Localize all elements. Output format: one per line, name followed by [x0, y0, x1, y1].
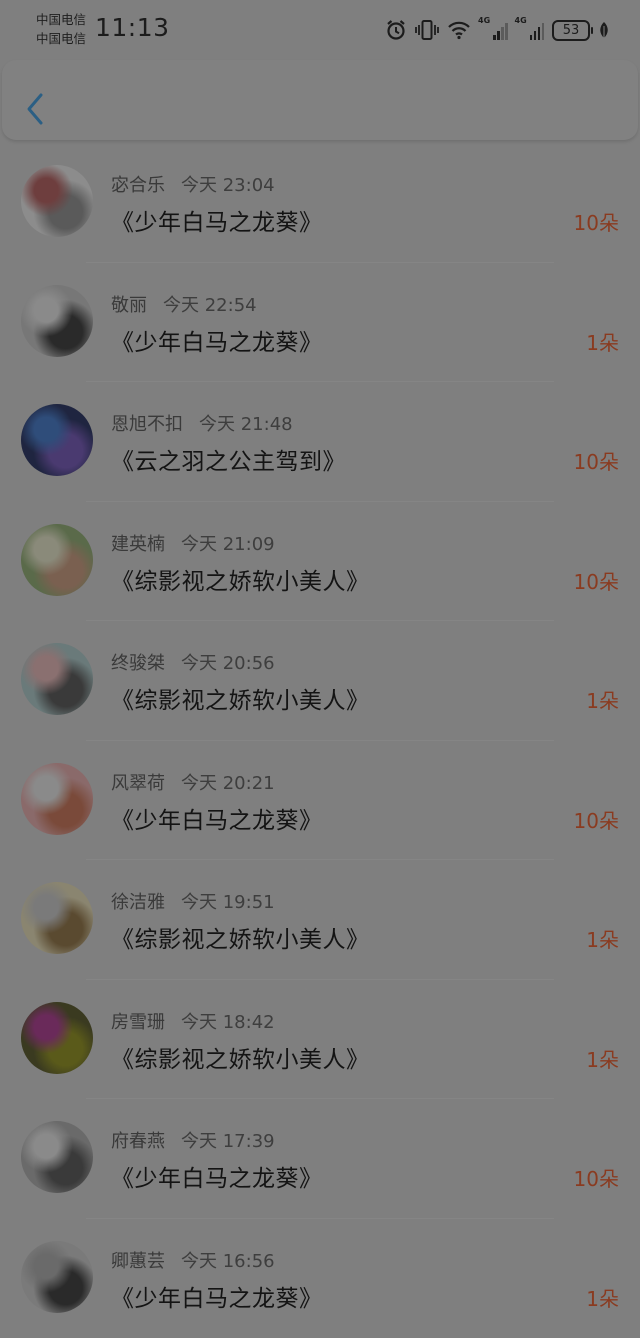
avatar[interactable] [21, 1002, 93, 1074]
gift-record-list: 宓合乐今天 23:04《少年白马之龙葵》10朵敬丽今天 22:54《少年白马之龙… [0, 143, 640, 1338]
timestamp: 今天 22:54 [163, 295, 257, 316]
list-item[interactable]: 宓合乐今天 23:04 《少年白马之龙葵》 10朵 [0, 143, 640, 263]
avatar[interactable] [21, 1241, 93, 1313]
book-title: 《少年白马之龙葵》 [111, 203, 323, 237]
timestamp: 今天 17:39 [181, 1131, 275, 1152]
sender-name: 敬丽 [111, 295, 147, 316]
carrier-1: 中国电信 [36, 10, 86, 29]
timestamp: 今天 23:04 [181, 175, 275, 196]
signal-icon: 4G [516, 20, 545, 40]
avatar[interactable] [21, 404, 93, 476]
record-meta: 府春燕今天 17:39 [111, 1127, 275, 1153]
list-item[interactable]: 敬丽今天 22:54 《少年白马之龙葵》 1朵 [0, 263, 640, 383]
status-bar: 中国电信 中国电信 11:13 4G 4G 53 [0, 0, 640, 60]
battery-level: 53 [563, 23, 580, 38]
flower-count: 1朵 [586, 924, 619, 953]
record-meta: 终骏桀今天 20:56 [111, 649, 275, 675]
flower-count: 10朵 [574, 446, 619, 475]
sender-name: 宓合乐 [111, 175, 165, 196]
avatar[interactable] [21, 882, 93, 954]
book-title: 《综影视之娇软小美人》 [111, 920, 370, 954]
sender-name: 恩旭不扣 [111, 414, 183, 435]
list-item[interactable]: 风翠荷今天 20:21 《少年白马之龙葵》 10朵 [0, 741, 640, 861]
flower-count: 10朵 [574, 1163, 619, 1192]
sender-name: 卿蕙芸 [111, 1251, 165, 1272]
timestamp: 今天 21:09 [181, 534, 275, 555]
avatar[interactable] [21, 1121, 93, 1193]
timestamp: 今天 21:48 [199, 414, 293, 435]
flower-count: 1朵 [586, 1044, 619, 1073]
vibrate-icon [415, 19, 439, 41]
leaf-icon [598, 21, 610, 39]
flower-count: 10朵 [574, 207, 619, 236]
record-meta: 房雪珊今天 18:42 [111, 1008, 275, 1034]
list-item[interactable]: 府春燕今天 17:39 《少年白马之龙葵》 10朵 [0, 1099, 640, 1219]
flower-count: 1朵 [586, 327, 619, 356]
timestamp: 今天 20:21 [181, 773, 275, 794]
network-type-1: 4G [478, 16, 490, 25]
avatar[interactable] [21, 643, 93, 715]
timestamp: 今天 18:42 [181, 1012, 275, 1033]
record-meta: 敬丽今天 22:54 [111, 291, 257, 317]
book-title: 《云之羽之公主驾到》 [111, 442, 346, 476]
signal-icon: 4G [479, 20, 508, 40]
flower-count: 10朵 [574, 566, 619, 595]
book-title: 《综影视之娇软小美人》 [111, 681, 370, 715]
clock: 11:13 [95, 13, 170, 42]
list-item[interactable]: 徐洁雅今天 19:51 《综影视之娇软小美人》 1朵 [0, 860, 640, 980]
book-title: 《少年白马之龙葵》 [111, 1279, 323, 1313]
timestamp: 今天 16:56 [181, 1251, 275, 1272]
record-meta: 恩旭不扣今天 21:48 [111, 410, 293, 436]
record-meta: 建英楠今天 21:09 [111, 530, 275, 556]
avatar[interactable] [21, 285, 93, 357]
list-item[interactable]: 终骏桀今天 20:56 《综影视之娇软小美人》 1朵 [0, 621, 640, 741]
sender-name: 建英楠 [111, 534, 165, 555]
battery-icon: 53 [552, 20, 590, 41]
avatar[interactable] [21, 763, 93, 835]
book-title: 《综影视之娇软小美人》 [111, 1040, 370, 1074]
timestamp: 今天 19:51 [181, 892, 275, 913]
wifi-icon [447, 20, 471, 40]
book-title: 《少年白马之龙葵》 [111, 323, 323, 357]
flower-count: 10朵 [574, 805, 619, 834]
book-title: 《少年白马之龙葵》 [111, 1159, 323, 1193]
avatar[interactable] [21, 165, 93, 237]
network-type-2: 4G [515, 16, 527, 25]
list-item[interactable]: 恩旭不扣今天 21:48 《云之羽之公主驾到》 10朵 [0, 382, 640, 502]
alarm-icon [385, 19, 407, 41]
flower-count: 1朵 [586, 1283, 619, 1312]
sender-name: 徐洁雅 [111, 892, 165, 913]
sender-name: 房雪珊 [111, 1012, 165, 1033]
carrier-2: 中国电信 [36, 29, 86, 48]
list-item[interactable]: 建英楠今天 21:09 《综影视之娇软小美人》 10朵 [0, 502, 640, 622]
top-nav-bar [2, 60, 638, 140]
list-item[interactable]: 卿蕙芸今天 16:56 《少年白马之龙葵》 1朵 [0, 1219, 640, 1338]
timestamp: 今天 20:56 [181, 653, 275, 674]
record-meta: 卿蕙芸今天 16:56 [111, 1247, 275, 1273]
record-meta: 徐洁雅今天 19:51 [111, 888, 275, 914]
book-title: 《综影视之娇软小美人》 [111, 562, 370, 596]
chevron-left-icon[interactable] [22, 92, 50, 130]
book-title: 《少年白马之龙葵》 [111, 801, 323, 835]
sender-name: 府春燕 [111, 1131, 165, 1152]
flower-count: 1朵 [586, 685, 619, 714]
sender-name: 终骏桀 [111, 653, 165, 674]
avatar[interactable] [21, 524, 93, 596]
record-meta: 宓合乐今天 23:04 [111, 171, 275, 197]
status-icons: 4G 4G 53 [385, 17, 610, 43]
carrier-names: 中国电信 中国电信 [36, 10, 86, 48]
list-item[interactable]: 房雪珊今天 18:42 《综影视之娇软小美人》 1朵 [0, 980, 640, 1100]
sender-name: 风翠荷 [111, 773, 165, 794]
record-meta: 风翠荷今天 20:21 [111, 769, 275, 795]
